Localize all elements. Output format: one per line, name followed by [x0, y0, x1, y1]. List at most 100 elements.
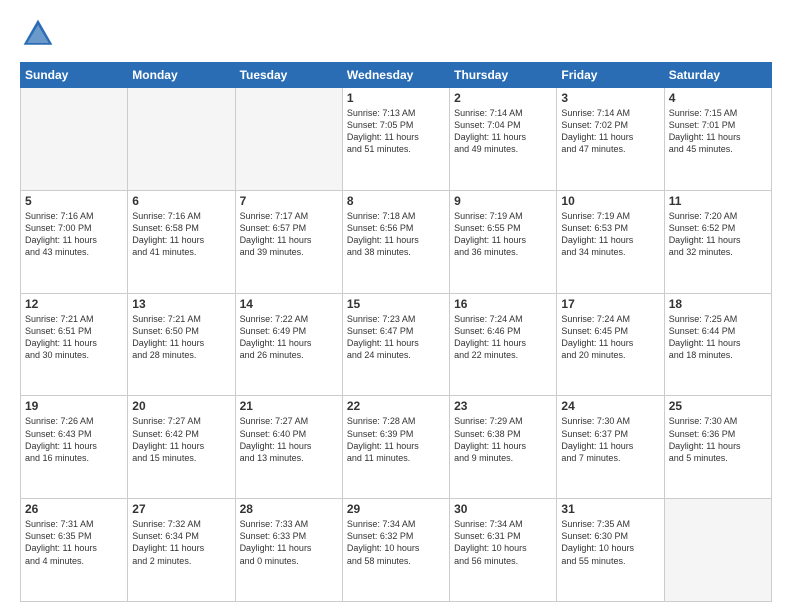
calendar-day-header: Wednesday [342, 63, 449, 88]
day-number: 27 [132, 502, 230, 516]
cell-info: Sunrise: 7:24 AM Sunset: 6:45 PM Dayligh… [561, 313, 659, 362]
calendar-week-row: 12 Sunrise: 7:21 AM Sunset: 6:51 PM Dayli… [21, 293, 772, 396]
calendar-cell [235, 88, 342, 191]
calendar-cell: 20Sunrise: 7:27 AM Sunset: 6:42 PM Dayli… [128, 396, 235, 499]
calendar-cell: 21 Sunrise: 7:27 AM Sunset: 6:40 PM Dayli… [235, 396, 342, 499]
day-number: 23 [454, 399, 552, 413]
cell-info: Sunrise: 7:17 AM Sunset: 6:57 PM Dayligh… [240, 210, 338, 259]
day-number: 10 [561, 194, 659, 208]
calendar-cell: 4 Sunrise: 7:15 AM Sunset: 7:01 PM Daylig… [664, 88, 771, 191]
cell-info: Sunrise: 7:19 AM Sunset: 6:55 PM Dayligh… [454, 210, 552, 259]
day-number: 31 [561, 502, 659, 516]
calendar-day-header: Saturday [664, 63, 771, 88]
calendar-week-row: 5Sunrise: 7:16 AM Sunset: 7:00 PM Daylig… [21, 190, 772, 293]
calendar-cell: 13Sunrise: 7:21 AM Sunset: 6:50 PM Dayli… [128, 293, 235, 396]
day-number: 25 [669, 399, 767, 413]
calendar-cell [664, 499, 771, 602]
cell-info: Sunrise: 7:13 AM Sunset: 7:05 PM Dayligh… [347, 107, 445, 156]
calendar-cell: 29 Sunrise: 7:34 AM Sunset: 6:32 PM Dayli… [342, 499, 449, 602]
cell-info: Sunrise: 7:14 AM Sunset: 7:02 PM Dayligh… [561, 107, 659, 156]
cell-info: Sunrise: 7:14 AM Sunset: 7:04 PM Dayligh… [454, 107, 552, 156]
cell-info: Sunrise: 7:29 AM Sunset: 6:38 PM Dayligh… [454, 415, 552, 464]
cell-info: Sunrise: 7:28 AM Sunset: 6:39 PM Dayligh… [347, 415, 445, 464]
day-number: 14 [240, 297, 338, 311]
calendar-cell: 1 Sunrise: 7:13 AM Sunset: 7:05 PM Daylig… [342, 88, 449, 191]
calendar-cell: 10 Sunrise: 7:19 AM Sunset: 6:53 PM Dayli… [557, 190, 664, 293]
day-number: 1 [347, 91, 445, 105]
cell-info: Sunrise: 7:34 AM Sunset: 6:32 PM Dayligh… [347, 518, 445, 567]
cell-info: Sunrise: 7:30 AM Sunset: 6:36 PM Dayligh… [669, 415, 767, 464]
header [20, 16, 772, 52]
calendar-day-header: Monday [128, 63, 235, 88]
calendar-cell: 15 Sunrise: 7:23 AM Sunset: 6:47 PM Dayli… [342, 293, 449, 396]
logo [20, 16, 60, 52]
day-number: 11 [669, 194, 767, 208]
calendar-table: SundayMondayTuesdayWednesdayThursdayFrid… [20, 62, 772, 602]
calendar-cell: 17Sunrise: 7:24 AM Sunset: 6:45 PM Dayli… [557, 293, 664, 396]
day-number: 26 [25, 502, 123, 516]
calendar-cell: 28 Sunrise: 7:33 AM Sunset: 6:33 PM Dayli… [235, 499, 342, 602]
day-number: 18 [669, 297, 767, 311]
cell-info: Sunrise: 7:16 AM Sunset: 6:58 PM Dayligh… [132, 210, 230, 259]
calendar-cell: 18 Sunrise: 7:25 AM Sunset: 6:44 PM Dayli… [664, 293, 771, 396]
calendar-cell: 19Sunrise: 7:26 AM Sunset: 6:43 PM Dayli… [21, 396, 128, 499]
calendar-cell: 12 Sunrise: 7:21 AM Sunset: 6:51 PM Dayli… [21, 293, 128, 396]
calendar-week-row: 1 Sunrise: 7:13 AM Sunset: 7:05 PM Daylig… [21, 88, 772, 191]
calendar-cell: 5Sunrise: 7:16 AM Sunset: 7:00 PM Daylig… [21, 190, 128, 293]
cell-info: Sunrise: 7:25 AM Sunset: 6:44 PM Dayligh… [669, 313, 767, 362]
cell-info: Sunrise: 7:35 AM Sunset: 6:30 PM Dayligh… [561, 518, 659, 567]
cell-info: Sunrise: 7:23 AM Sunset: 6:47 PM Dayligh… [347, 313, 445, 362]
day-number: 20 [132, 399, 230, 413]
calendar-cell: 31 Sunrise: 7:35 AM Sunset: 6:30 PM Dayli… [557, 499, 664, 602]
calendar-cell: 14 Sunrise: 7:22 AM Sunset: 6:49 PM Dayli… [235, 293, 342, 396]
cell-info: Sunrise: 7:21 AM Sunset: 6:51 PM Dayligh… [25, 313, 123, 362]
calendar-cell: 3 Sunrise: 7:14 AM Sunset: 7:02 PM Daylig… [557, 88, 664, 191]
day-number: 13 [132, 297, 230, 311]
calendar-day-header: Tuesday [235, 63, 342, 88]
calendar-week-row: 19Sunrise: 7:26 AM Sunset: 6:43 PM Dayli… [21, 396, 772, 499]
day-number: 16 [454, 297, 552, 311]
cell-info: Sunrise: 7:15 AM Sunset: 7:01 PM Dayligh… [669, 107, 767, 156]
cell-info: Sunrise: 7:27 AM Sunset: 6:40 PM Dayligh… [240, 415, 338, 464]
day-number: 19 [25, 399, 123, 413]
calendar-cell: 11 Sunrise: 7:20 AM Sunset: 6:52 PM Dayli… [664, 190, 771, 293]
calendar-cell [21, 88, 128, 191]
day-number: 4 [669, 91, 767, 105]
cell-info: Sunrise: 7:22 AM Sunset: 6:49 PM Dayligh… [240, 313, 338, 362]
cell-info: Sunrise: 7:32 AM Sunset: 6:34 PM Dayligh… [132, 518, 230, 567]
day-number: 7 [240, 194, 338, 208]
calendar-cell: 23 Sunrise: 7:29 AM Sunset: 6:38 PM Dayli… [450, 396, 557, 499]
calendar-cell: 22 Sunrise: 7:28 AM Sunset: 6:39 PM Dayli… [342, 396, 449, 499]
calendar-cell: 2Sunrise: 7:14 AM Sunset: 7:04 PM Daylig… [450, 88, 557, 191]
cell-info: Sunrise: 7:30 AM Sunset: 6:37 PM Dayligh… [561, 415, 659, 464]
calendar-day-header: Thursday [450, 63, 557, 88]
calendar-week-row: 26Sunrise: 7:31 AM Sunset: 6:35 PM Dayli… [21, 499, 772, 602]
cell-info: Sunrise: 7:19 AM Sunset: 6:53 PM Dayligh… [561, 210, 659, 259]
day-number: 22 [347, 399, 445, 413]
calendar-day-header: Friday [557, 63, 664, 88]
calendar-cell: 27 Sunrise: 7:32 AM Sunset: 6:34 PM Dayli… [128, 499, 235, 602]
cell-info: Sunrise: 7:20 AM Sunset: 6:52 PM Dayligh… [669, 210, 767, 259]
cell-info: Sunrise: 7:33 AM Sunset: 6:33 PM Dayligh… [240, 518, 338, 567]
cell-info: Sunrise: 7:24 AM Sunset: 6:46 PM Dayligh… [454, 313, 552, 362]
logo-icon [20, 16, 56, 52]
day-number: 6 [132, 194, 230, 208]
day-number: 29 [347, 502, 445, 516]
calendar-cell: 24 Sunrise: 7:30 AM Sunset: 6:37 PM Dayli… [557, 396, 664, 499]
calendar-cell: 16 Sunrise: 7:24 AM Sunset: 6:46 PM Dayli… [450, 293, 557, 396]
cell-info: Sunrise: 7:34 AM Sunset: 6:31 PM Dayligh… [454, 518, 552, 567]
day-number: 28 [240, 502, 338, 516]
day-number: 5 [25, 194, 123, 208]
calendar-day-header: Sunday [21, 63, 128, 88]
day-number: 24 [561, 399, 659, 413]
day-number: 21 [240, 399, 338, 413]
day-number: 3 [561, 91, 659, 105]
day-number: 12 [25, 297, 123, 311]
calendar-cell: 25 Sunrise: 7:30 AM Sunset: 6:36 PM Dayli… [664, 396, 771, 499]
day-number: 30 [454, 502, 552, 516]
calendar-cell: 7 Sunrise: 7:17 AM Sunset: 6:57 PM Daylig… [235, 190, 342, 293]
day-number: 15 [347, 297, 445, 311]
cell-info: Sunrise: 7:18 AM Sunset: 6:56 PM Dayligh… [347, 210, 445, 259]
calendar-cell: 8 Sunrise: 7:18 AM Sunset: 6:56 PM Daylig… [342, 190, 449, 293]
day-number: 8 [347, 194, 445, 208]
